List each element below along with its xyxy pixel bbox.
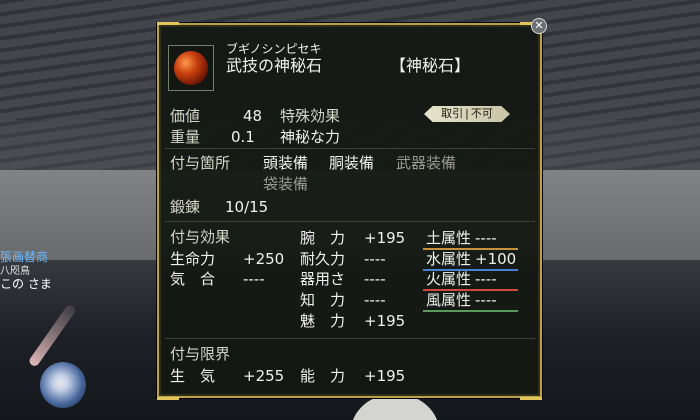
trade-value: 不可 xyxy=(470,107,493,120)
effects-label: 付与効果 xyxy=(170,228,231,246)
weight-label: 重量 xyxy=(170,128,201,146)
limit-name: 能 力 xyxy=(300,367,346,385)
stat-value: ---- xyxy=(364,250,386,268)
trade-label: 取引 xyxy=(441,107,464,120)
forge-value: 10/15 xyxy=(225,198,269,216)
stat-value: ---- xyxy=(364,291,386,309)
limit-value: +195 xyxy=(364,367,406,385)
attach-slot-weapon: 武器装備 xyxy=(396,154,457,172)
forge-label: 鍛錬 xyxy=(170,198,201,216)
stat-value: ---- xyxy=(364,270,386,288)
npc-name: この さま xyxy=(0,277,52,291)
stat-value: +195 xyxy=(364,229,406,247)
stat-name: 生命力 xyxy=(170,250,216,268)
stat-value: +195 xyxy=(364,312,406,330)
divider xyxy=(165,148,535,149)
weight-amount: 0.1 xyxy=(231,128,255,146)
value-label: 価値 xyxy=(170,107,201,125)
stat-name: 耐久力 xyxy=(300,250,346,268)
item-category: 【神秘石】 xyxy=(390,56,471,75)
attach-slot-body: 胴装備 xyxy=(329,154,375,172)
divider xyxy=(165,221,535,222)
corner-ornament-br xyxy=(520,397,542,400)
stat-name: 腕 力 xyxy=(300,229,346,247)
red-orb-icon xyxy=(174,51,208,85)
value-amount: 48 xyxy=(243,107,263,125)
stat-name: 知 力 xyxy=(300,291,346,309)
glowing-orb xyxy=(40,362,86,408)
element-wind-name: 風属性 xyxy=(426,291,472,309)
attach-slot-head: 頭装備 xyxy=(263,154,309,172)
player-character xyxy=(350,395,440,420)
stat-name: 気 合 xyxy=(170,270,216,288)
item-tooltip-panel xyxy=(157,23,542,398)
item-icon-frame xyxy=(168,45,214,91)
light-beam xyxy=(27,303,78,368)
divider xyxy=(165,338,535,339)
stat-name: 器用さ xyxy=(300,270,346,288)
element-wind-underline xyxy=(423,310,518,312)
element-fire-name: 火属性 xyxy=(426,270,472,288)
element-water-value: +100 xyxy=(475,250,517,268)
limit-value: +255 xyxy=(243,367,285,385)
element-earth-name: 土属性 xyxy=(426,229,472,247)
special-effect-label: 特殊効果 xyxy=(280,107,341,125)
element-earth-value: ---- xyxy=(475,229,497,247)
corner-ornament-bl xyxy=(157,397,179,400)
stat-name: 魅 力 xyxy=(300,312,346,330)
element-fire-value: ---- xyxy=(475,270,497,288)
attach-slot-bag: 袋装備 xyxy=(263,175,309,193)
corner-ornament-tl xyxy=(157,22,179,25)
element-wind-value: ---- xyxy=(475,291,497,309)
trade-status-badge: 取引 | 不可 xyxy=(424,106,510,122)
limits-label: 付与限界 xyxy=(170,345,231,363)
stat-value: +250 xyxy=(243,250,285,268)
element-water-name: 水属性 xyxy=(426,250,472,268)
item-name: 武技の神秘石 xyxy=(226,56,323,75)
attach-label: 付与箇所 xyxy=(170,154,231,172)
close-icon[interactable]: ✕ xyxy=(531,18,547,34)
limit-name: 生 気 xyxy=(170,367,216,385)
stat-value: ---- xyxy=(243,270,265,288)
special-effect-value: 神秘な力 xyxy=(280,128,341,146)
